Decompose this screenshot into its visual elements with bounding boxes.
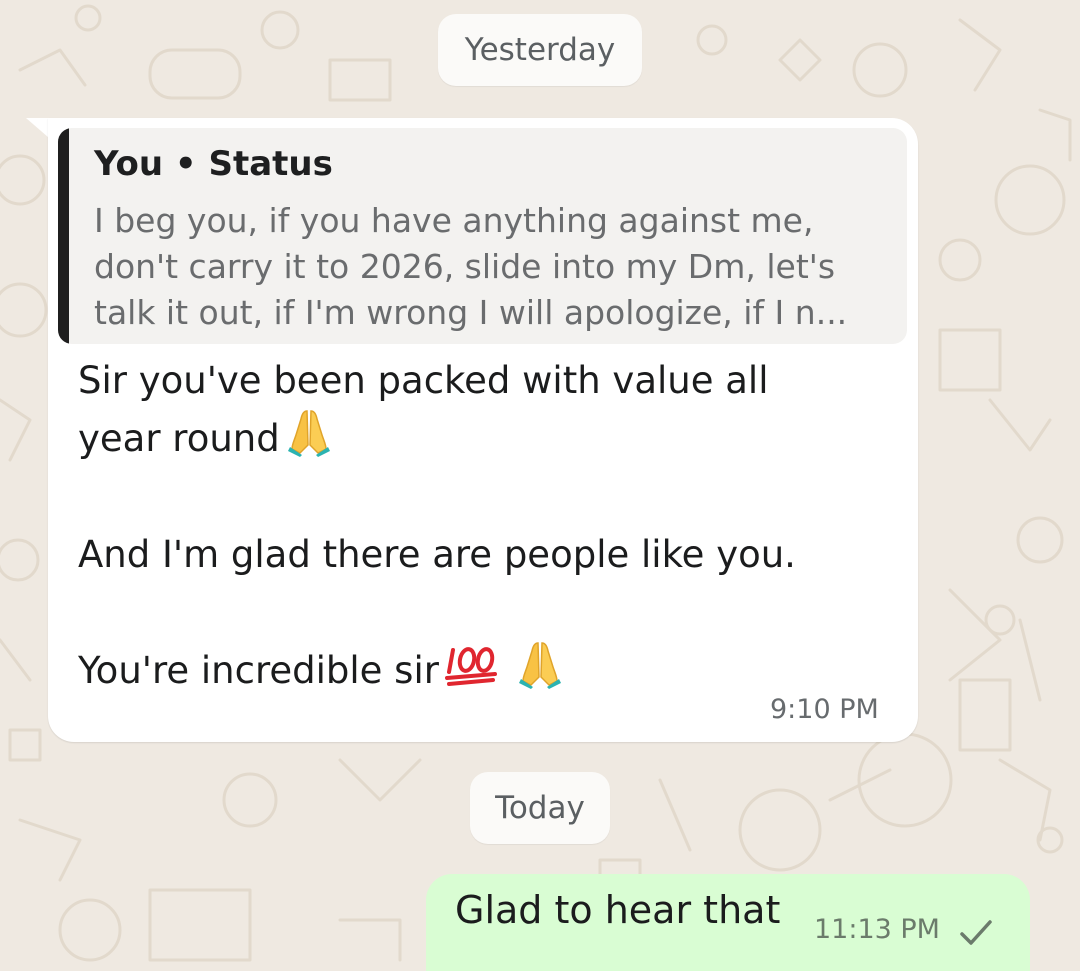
message-line: And I'm glad there are people like you.: [78, 526, 898, 584]
folded-hands-emoji-icon: [286, 405, 332, 474]
quoted-status-reply[interactable]: You • Status I beg you, if you have anyt…: [58, 128, 907, 344]
date-separator-today: Today: [470, 772, 610, 844]
message-line-text: You're incredible sir: [78, 649, 439, 692]
single-check-icon: [958, 918, 994, 948]
incoming-message-text: Sir you've been packed with value all ye…: [78, 352, 898, 700]
quote-accent-bar: [58, 128, 69, 344]
quote-line: don't carry it to 2026, slide into my Dm…: [94, 247, 836, 286]
date-separator-yesterday: Yesterday: [438, 14, 642, 86]
quote-line: I beg you, if you have anything against …: [94, 201, 814, 240]
incoming-message-time: 9:10 PM: [770, 694, 879, 725]
quote-text: I beg you, if you have anything against …: [94, 198, 894, 336]
quote-line: talk it out, if I'm wrong I will apologi…: [94, 293, 848, 332]
quote-author: You • Status: [94, 144, 333, 184]
message-line: year round: [78, 409, 898, 468]
outgoing-message-text: Glad to hear that: [455, 888, 781, 932]
date-separator-label: Yesterday: [464, 32, 616, 68]
message-line-text: year round: [78, 417, 280, 460]
message-line: Sir you've been packed with value all: [78, 352, 898, 410]
outgoing-message-time: 11:13 PM: [814, 914, 940, 945]
hundred-points-emoji-icon: [444, 640, 503, 703]
folded-hands-emoji-icon: [517, 637, 563, 706]
date-separator-label: Today: [495, 790, 585, 826]
message-line: You're incredible sir: [78, 640, 898, 703]
message-line-text: Sir you've been packed with value all: [78, 359, 769, 402]
message-line-text: And I'm glad there are people like you.: [78, 533, 796, 576]
